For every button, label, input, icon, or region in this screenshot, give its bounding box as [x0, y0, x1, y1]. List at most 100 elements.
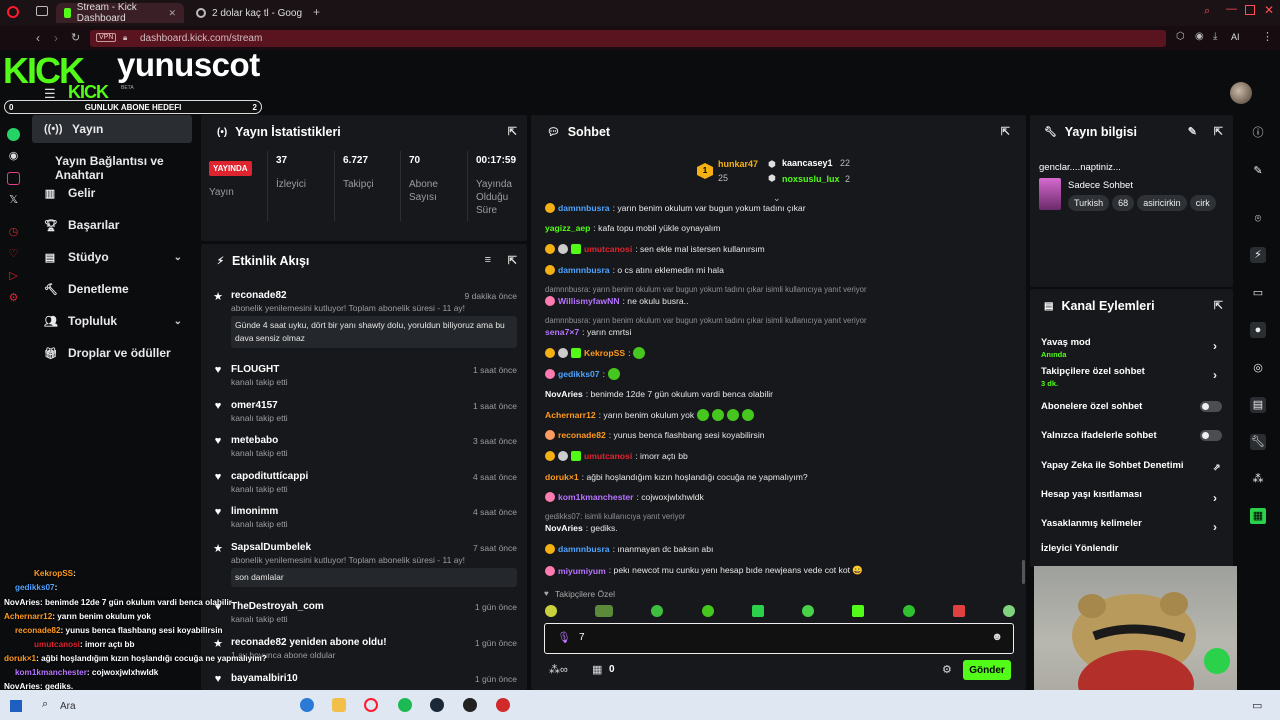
chat-message[interactable]: umutcanosi: imorr açtı bb	[545, 451, 1015, 461]
popout-icon[interactable]: ⇱	[1214, 299, 1223, 312]
search-icon[interactable]: ⌕	[42, 698, 48, 711]
loyalty-points-icon[interactable]: ⁂∞	[549, 663, 568, 676]
event-item[interactable]: ♥ capodituttícappi 4 saat önce kanalı ta…	[211, 471, 517, 501]
notification-icon[interactable]: ▭	[1252, 699, 1262, 712]
reload-icon[interactable]: ↻	[71, 31, 80, 44]
chat-message[interactable]: damnnbusra: yarın benim okulum var bugun…	[545, 203, 1015, 213]
tag-chip[interactable]: asiricirkin	[1137, 195, 1187, 211]
tag-chip[interactable]: cirk	[1189, 195, 1216, 211]
nav-item-stream-key[interactable]: Yayın Bağlantısı ve Anahtarı	[55, 154, 200, 182]
chat-input[interactable]: 🎙︎ 7 ☻	[544, 623, 1014, 654]
account-age-row[interactable]: Hesap yaşı kısıtlaması ›	[1041, 489, 1221, 505]
windows-start-icon[interactable]	[10, 700, 22, 712]
webcam-button-icon[interactable]	[1204, 648, 1230, 674]
chat-message[interactable]: yagizz_aep: kafa topu mobil yükle oynaya…	[545, 223, 1015, 233]
emote-icon[interactable]	[651, 605, 664, 617]
taskbar-search-label[interactable]: Ara	[60, 701, 76, 712]
instagram-icon[interactable]	[7, 172, 20, 185]
microphone-icon[interactable]: 🎙︎	[557, 631, 571, 644]
chat-message[interactable]: Achernarr12: yarın benim okulum yok	[545, 409, 1015, 421]
event-item[interactable]: ♥ bayamalbiri10 1 gün önce	[211, 673, 517, 690]
chat-message[interactable]: reconade82: yunus benca flashbang sesi k…	[545, 430, 1015, 440]
nav-item-droplar[interactable]: 🎁︎ Droplar ve ödüller	[32, 339, 192, 367]
chat-message[interactable]: sena7×7: yarın cmrtsi	[545, 327, 1015, 337]
chat-message[interactable]: KekropSS:	[545, 347, 1015, 359]
wrench-icon[interactable]: 🔧︎	[1250, 434, 1266, 450]
points-icon[interactable]: ⁂	[1250, 471, 1266, 487]
actions-icon[interactable]: ▤	[1250, 397, 1266, 413]
chat-message[interactable]: WillismyfawNN: ne okulu busra..	[545, 296, 1015, 306]
chat-message[interactable]: doruk×1: ağbi hoşlandığım kızın hoşlandı…	[545, 472, 1015, 482]
menu-dots-icon[interactable]: ⋮	[1262, 30, 1273, 43]
player-icon[interactable]: ▷	[7, 270, 20, 283]
emote-icon[interactable]	[952, 605, 965, 617]
target-icon[interactable]: ⌾	[1250, 211, 1266, 227]
tag-chip[interactable]: 68	[1112, 195, 1135, 211]
subscribers-only-toggle[interactable]	[1200, 401, 1222, 412]
search-tabs-icon[interactable]: ⌕	[1204, 5, 1210, 18]
leaderboard-name[interactable]: hunkar47	[718, 159, 758, 169]
lightning-icon[interactable]: ⚡︎	[1250, 247, 1266, 263]
nav-item-studyo[interactable]: ▤ Stüdyo ⌄	[32, 243, 192, 271]
obs-icon[interactable]	[463, 698, 477, 712]
event-item[interactable]: ♥ FLOUGHT 1 saat önce kanalı takip etti	[211, 364, 517, 394]
new-tab-icon[interactable]: +	[313, 5, 320, 19]
close-tab-icon[interactable]: ✕	[168, 8, 176, 19]
nav-item-gelir[interactable]: ▥ Gelir	[32, 179, 192, 207]
leaderboard-name[interactable]: kaancasey1	[782, 158, 833, 168]
chat-message[interactable]: damnnbusra: o cs atını eklemedin mi hala	[545, 265, 1015, 275]
history-icon[interactable]: ◷	[7, 226, 20, 239]
emote-icon[interactable]	[902, 605, 915, 617]
emote-icon[interactable]	[545, 605, 557, 617]
tag-chip[interactable]: Turkish	[1068, 195, 1110, 211]
tab-kick-dashboard[interactable]: Stream - Kick Dashboard ✕	[56, 2, 184, 24]
popout-icon[interactable]: ⇱	[1214, 125, 1223, 138]
discord-icon[interactable]: ◉	[7, 150, 20, 163]
ai-moderation-row[interactable]: Yapay Zeka ile Sohbet Denetimi ⇗	[1041, 460, 1221, 472]
nav-item-yayin[interactable]: ((•)) Yayın	[32, 115, 192, 143]
x-twitter-icon[interactable]: 𝕏	[7, 194, 20, 207]
event-item[interactable]: ♥ TheDestroyah_com 1 gün önce kanalı tak…	[211, 601, 517, 631]
back-icon[interactable]: ‹	[36, 31, 40, 45]
aria-ai-icon[interactable]: AI	[1231, 32, 1240, 42]
nav-item-topluluk[interactable]: 👥︎ Topluluk ⌄	[32, 307, 192, 335]
edit-icon[interactable]: ✎	[1250, 163, 1266, 179]
whatsapp-icon[interactable]	[7, 128, 20, 141]
broadcast-icon[interactable]: ◎	[1250, 360, 1266, 376]
forward-icon[interactable]: ›	[54, 31, 58, 45]
nav-item-denetleme[interactable]: 🔨︎ Denetleme	[32, 275, 192, 303]
chat-settings-icon[interactable]: ⚙	[942, 663, 952, 676]
chat-scrollbar[interactable]	[1022, 560, 1025, 584]
event-item[interactable]: ♥ limonimm 4 saat önce kanalı takip etti	[211, 506, 517, 536]
popout-icon[interactable]: ⇱	[508, 254, 517, 267]
event-item[interactable]: ★ SapsalDumbelek 7 saat önce abonelik ye…	[211, 542, 517, 590]
avatar[interactable]	[1230, 82, 1252, 104]
emote-icon[interactable]	[1002, 605, 1015, 617]
chat-message[interactable]: kom1kmanchester: cojwoxjwlxhwldk	[545, 492, 1015, 502]
spotify-icon[interactable]	[398, 698, 412, 712]
folder-icon[interactable]	[332, 698, 346, 712]
chat-message[interactable]: NovAries: gediks.	[545, 523, 1015, 533]
emote-icon[interactable]	[701, 605, 714, 617]
emote-icon[interactable]	[802, 605, 815, 617]
raid-row[interactable]: İzleyici Yönlendir	[1041, 543, 1221, 554]
leaderboard-name[interactable]: noxsuslu_lux	[782, 174, 840, 184]
edge-icon[interactable]	[300, 698, 314, 712]
category-name[interactable]: Sadece Sohbet	[1068, 180, 1133, 191]
chat-message[interactable]: umutcanosi: sen ekle mal istersen kullan…	[545, 244, 1015, 254]
info-icon[interactable]: ⓘ	[1250, 125, 1266, 141]
extensions-icon[interactable]: ⬡	[1176, 31, 1185, 42]
recorder-icon[interactable]	[496, 698, 510, 712]
settings-sidebar-icon[interactable]: ⚙	[7, 292, 20, 305]
edit-icon[interactable]: ✎	[1188, 125, 1197, 138]
chat-message[interactable]: damnnbusra: ınanmayan dc baksın abı	[545, 544, 1015, 554]
banned-words-row[interactable]: Yasaklanmış kelimeler ›	[1041, 518, 1221, 534]
gift-box-icon[interactable]: ▦	[592, 663, 602, 676]
kick-add-icon[interactable]: ▦	[1250, 508, 1266, 524]
popout-icon[interactable]: ⇱	[508, 125, 517, 138]
workspaces-icon[interactable]	[36, 6, 48, 16]
followers-only-row[interactable]: Takipçilere özel sohbet 3 dk. ›	[1041, 366, 1221, 388]
download-icon[interactable]: ⤓	[1213, 31, 1217, 42]
chat-message[interactable]: gedikks07:	[545, 368, 1015, 380]
snapshot-icon[interactable]: ◉	[1195, 31, 1204, 42]
